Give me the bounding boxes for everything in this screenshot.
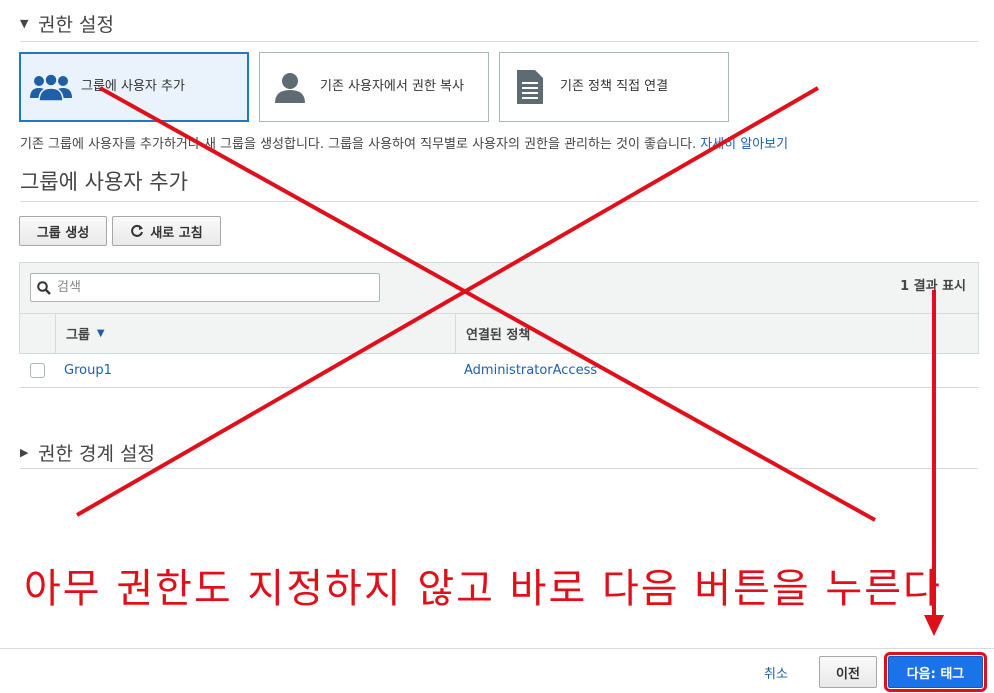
search-box[interactable]: [30, 273, 380, 302]
boundary-section-toggle[interactable]: ▶ 권한 경계 설정: [20, 435, 155, 469]
document-icon: [500, 69, 560, 105]
table-row[interactable]: Group1 AdministratorAccess: [19, 354, 979, 388]
option-label: 기존 정책 직접 연결: [560, 79, 669, 94]
option-copy-permissions[interactable]: 기존 사용자에서 권한 복사: [259, 52, 489, 122]
create-group-label: 그룹 생성: [36, 225, 90, 241]
previous-button[interactable]: 이전: [819, 656, 877, 688]
caret-right-icon: ▶: [20, 445, 29, 459]
column-header-group[interactable]: 그룹 ▼: [55, 314, 455, 353]
next-label: 다음: 태그: [906, 666, 965, 682]
permissions-description: 기존 그룹에 사용자를 추가하거나 새 그룹을 생성합니다. 그룹을 사용하여 …: [20, 133, 788, 152]
refresh-label: 새로 고침: [150, 225, 203, 241]
refresh-button[interactable]: 새로 고침: [112, 216, 221, 246]
table-header: 그룹 ▼ 연결된 정책: [19, 314, 979, 354]
boundary-section-title: 권한 경계 설정: [38, 442, 155, 465]
create-group-button[interactable]: 그룹 생성: [19, 216, 107, 246]
divider: [20, 41, 978, 42]
group-name-link[interactable]: Group1: [54, 354, 454, 387]
divider: [20, 468, 978, 469]
option-attach-policies[interactable]: 기존 정책 직접 연결: [499, 52, 729, 122]
annotation-handwritten-text: 아무 권한도 지정하지 않고 바로 다음 버튼을 누른다: [24, 566, 942, 612]
option-add-user-to-group[interactable]: 그룹에 사용자 추가: [19, 52, 249, 122]
result-count: 1 결과 표시: [900, 279, 966, 294]
annotation-arrow-head: [924, 615, 944, 636]
policy-link[interactable]: AdministratorAccess: [454, 354, 979, 387]
previous-label: 이전: [836, 666, 860, 682]
description-text: 기존 그룹에 사용자를 추가하거나 새 그룹을 생성합니다. 그룹을 사용하여 …: [20, 137, 697, 152]
option-label: 기존 사용자에서 권한 복사: [320, 79, 464, 94]
caret-down-icon: ▼: [20, 16, 29, 30]
user-icon: [260, 70, 320, 104]
permissions-section-title: 권한 설정: [38, 13, 114, 36]
groups-table: 1 결과 표시 그룹 ▼ 연결된 정책 Group1 Administrator…: [19, 262, 979, 388]
cancel-link[interactable]: 취소: [764, 663, 788, 682]
permissions-section-toggle[interactable]: ▼ 권한 설정: [20, 6, 114, 40]
column-header-label: 그룹: [66, 328, 90, 343]
learn-more-link[interactable]: 자세히 알아보기: [700, 137, 788, 152]
users-group-icon: [21, 72, 81, 102]
column-header-label: 연결된 정책: [466, 328, 531, 343]
column-header-policy[interactable]: 연결된 정책: [455, 314, 978, 353]
search-input[interactable]: [57, 280, 357, 295]
row-checkbox[interactable]: [30, 363, 45, 378]
footer-divider: [0, 648, 994, 649]
row-checkbox-cell: [19, 354, 54, 387]
sort-desc-icon: ▼: [96, 328, 105, 339]
option-label: 그룹에 사용자 추가: [81, 79, 185, 94]
divider: [20, 201, 978, 202]
add-to-group-title: 그룹에 사용자 추가: [20, 170, 188, 194]
next-tags-button[interactable]: 다음: 태그: [884, 652, 987, 692]
header-checkbox-cell: [20, 314, 55, 353]
refresh-icon: [131, 224, 144, 237]
search-icon: [37, 280, 51, 295]
table-toolbar: 1 결과 표시: [19, 262, 979, 314]
